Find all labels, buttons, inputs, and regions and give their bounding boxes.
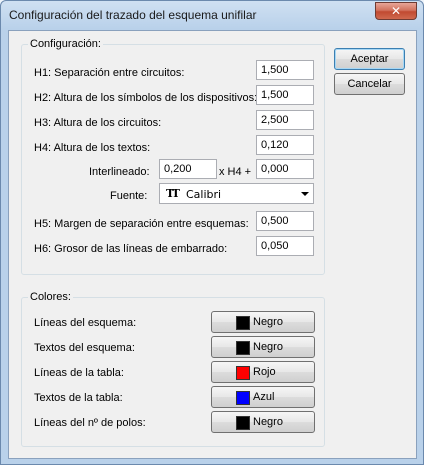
h3-input[interactable]: 2,500 <box>256 110 314 130</box>
interlineado-multiplier-label: x H4 + <box>219 166 252 178</box>
interlineado-offset-input[interactable]: 0,000 <box>256 159 314 179</box>
dialog-client-area: Configuración: H1: Separación entre circ… <box>8 30 417 459</box>
accept-button[interactable]: Aceptar <box>334 48 405 70</box>
color-row-label: Líneas del nº de polos: <box>34 417 146 429</box>
color-swatch <box>236 341 250 355</box>
chevron-down-icon[interactable] <box>301 192 309 196</box>
color-button-lineas-tabla[interactable]: Rojo <box>211 361 315 383</box>
color-button-textos-esquema[interactable]: Negro <box>211 336 315 358</box>
h3-label: H3: Altura de los circuitos: <box>34 117 162 129</box>
truetype-font-icon: TT <box>166 187 180 200</box>
h2-label: H2: Altura de los símbolos de los dispos… <box>34 92 258 104</box>
h6-label: H6: Grosor de las líneas de embarrado: <box>34 243 228 255</box>
color-swatch <box>236 416 250 430</box>
color-swatch <box>236 316 250 330</box>
color-button-lineas-polos[interactable]: Negro <box>211 411 315 433</box>
color-name: Negro <box>253 416 283 428</box>
cancel-button[interactable]: Cancelar <box>334 73 405 95</box>
h4-label: H4: Altura de los textos: <box>34 142 151 154</box>
h1-input[interactable]: 1,500 <box>256 60 314 80</box>
close-icon: ✕ <box>390 4 402 18</box>
h6-input[interactable]: 0,050 <box>256 236 314 256</box>
color-name: Negro <box>253 316 283 328</box>
color-row-label: Líneas de la tabla: <box>34 367 124 379</box>
title-bar[interactable]: Configuración del trazado del esquema un… <box>1 1 423 29</box>
color-name: Negro <box>253 341 283 353</box>
interlineado-input[interactable]: 0,200 <box>159 159 217 179</box>
color-button-lineas-esquema[interactable]: Negro <box>211 311 315 333</box>
font-select-value: Calibri <box>186 188 222 201</box>
color-swatch <box>236 366 250 380</box>
h1-label: H1: Separación entre circuitos: <box>34 67 185 79</box>
color-name: Rojo <box>253 366 276 378</box>
font-select[interactable]: TT Calibri <box>159 183 314 204</box>
config-group: Configuración: H1: Separación entre circ… <box>21 38 325 275</box>
color-row-label: Líneas del esquema: <box>34 317 137 329</box>
close-button[interactable]: ✕ <box>375 2 417 20</box>
color-name: Azul <box>253 391 275 403</box>
h5-label: H5: Margen de separación entre esquemas: <box>34 218 249 230</box>
color-row-label: Textos de la tabla: <box>34 392 123 404</box>
interlineado-label: Interlineado: <box>89 166 150 178</box>
h4-input[interactable]: 0,120 <box>256 135 314 155</box>
color-button-textos-tabla[interactable]: Azul <box>211 386 315 408</box>
window-title: Configuración del trazado del esquema un… <box>9 8 257 22</box>
fuente-label: Fuente: <box>110 190 148 202</box>
dialog-window: Configuración del trazado del esquema un… <box>0 0 424 465</box>
config-group-label: Configuración: <box>28 38 103 50</box>
colors-group: Colores: Líneas del esquema: Negro Texto… <box>21 291 325 447</box>
colors-group-label: Colores: <box>28 291 73 303</box>
h5-input[interactable]: 0,500 <box>256 211 314 231</box>
color-swatch <box>236 391 250 405</box>
color-row-label: Textos del esquema: <box>34 342 135 354</box>
h2-input[interactable]: 1,500 <box>256 85 314 105</box>
